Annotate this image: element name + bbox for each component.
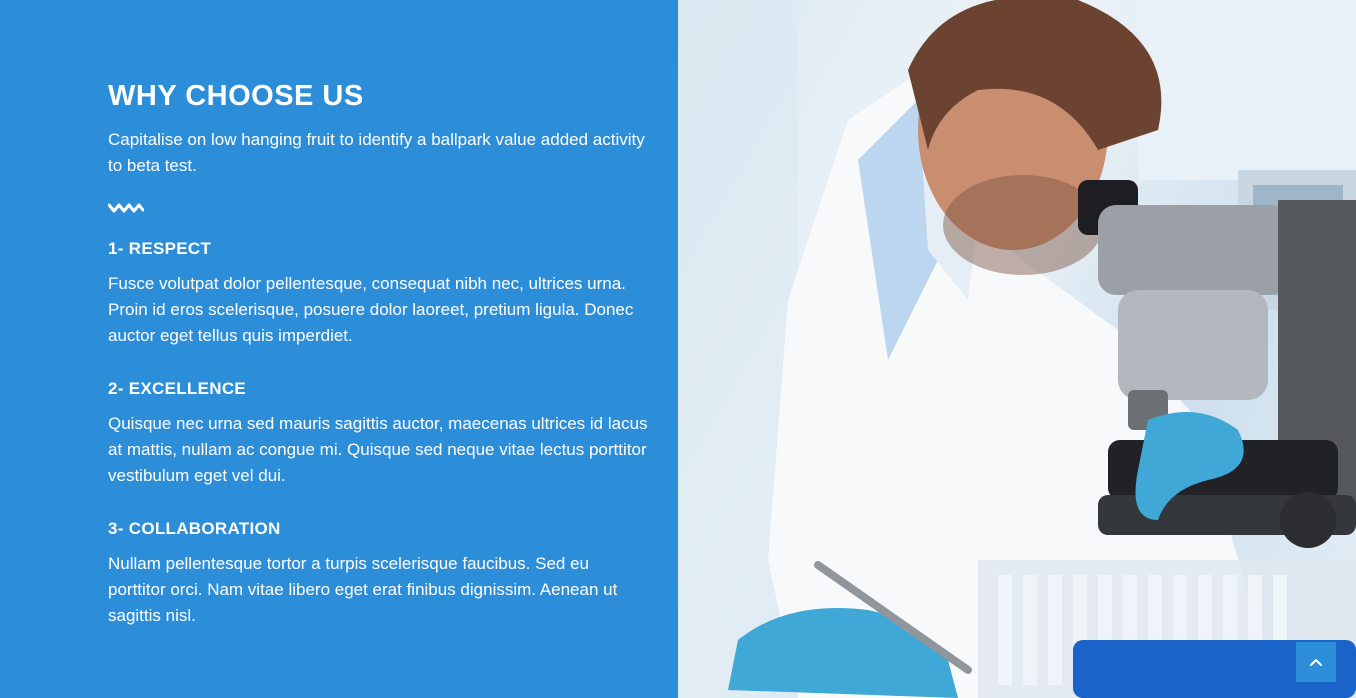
section-intro: Capitalise on low hanging fruit to ident… <box>108 130 645 175</box>
feature-title: 2- EXCELLENCE <box>108 379 247 398</box>
feature-item: 3- COLLABORATION Nullam pellentesque tor… <box>108 519 650 629</box>
scientist-photo <box>678 0 1356 698</box>
feature-text: Fusce volutpat dolor pellentesque, conse… <box>108 274 634 345</box>
feature-title: 1- RESPECT <box>108 239 212 258</box>
back-to-top-button[interactable] <box>1296 642 1336 682</box>
feature-text: Nullam pellentesque tortor a turpis scel… <box>108 554 618 625</box>
feature-item: 1- RESPECT Fusce volutpat dolor pellente… <box>108 239 650 349</box>
content-panel: WHY CHOOSE US Capitalise on low hanging … <box>0 0 678 698</box>
feature-text: Quisque nec urna sed mauris sagittis auc… <box>108 414 648 485</box>
why-choose-us-section: WHY CHOOSE US Capitalise on low hanging … <box>0 0 1356 698</box>
lab-scene-illustration <box>678 0 1356 698</box>
feature-title: 3- COLLABORATION <box>108 519 281 538</box>
feature-item: 2- EXCELLENCE Quisque nec urna sed mauri… <box>108 379 650 489</box>
wave-divider-icon <box>107 201 650 215</box>
section-title: WHY CHOOSE US <box>108 80 364 112</box>
chevron-up-icon <box>1310 659 1322 666</box>
